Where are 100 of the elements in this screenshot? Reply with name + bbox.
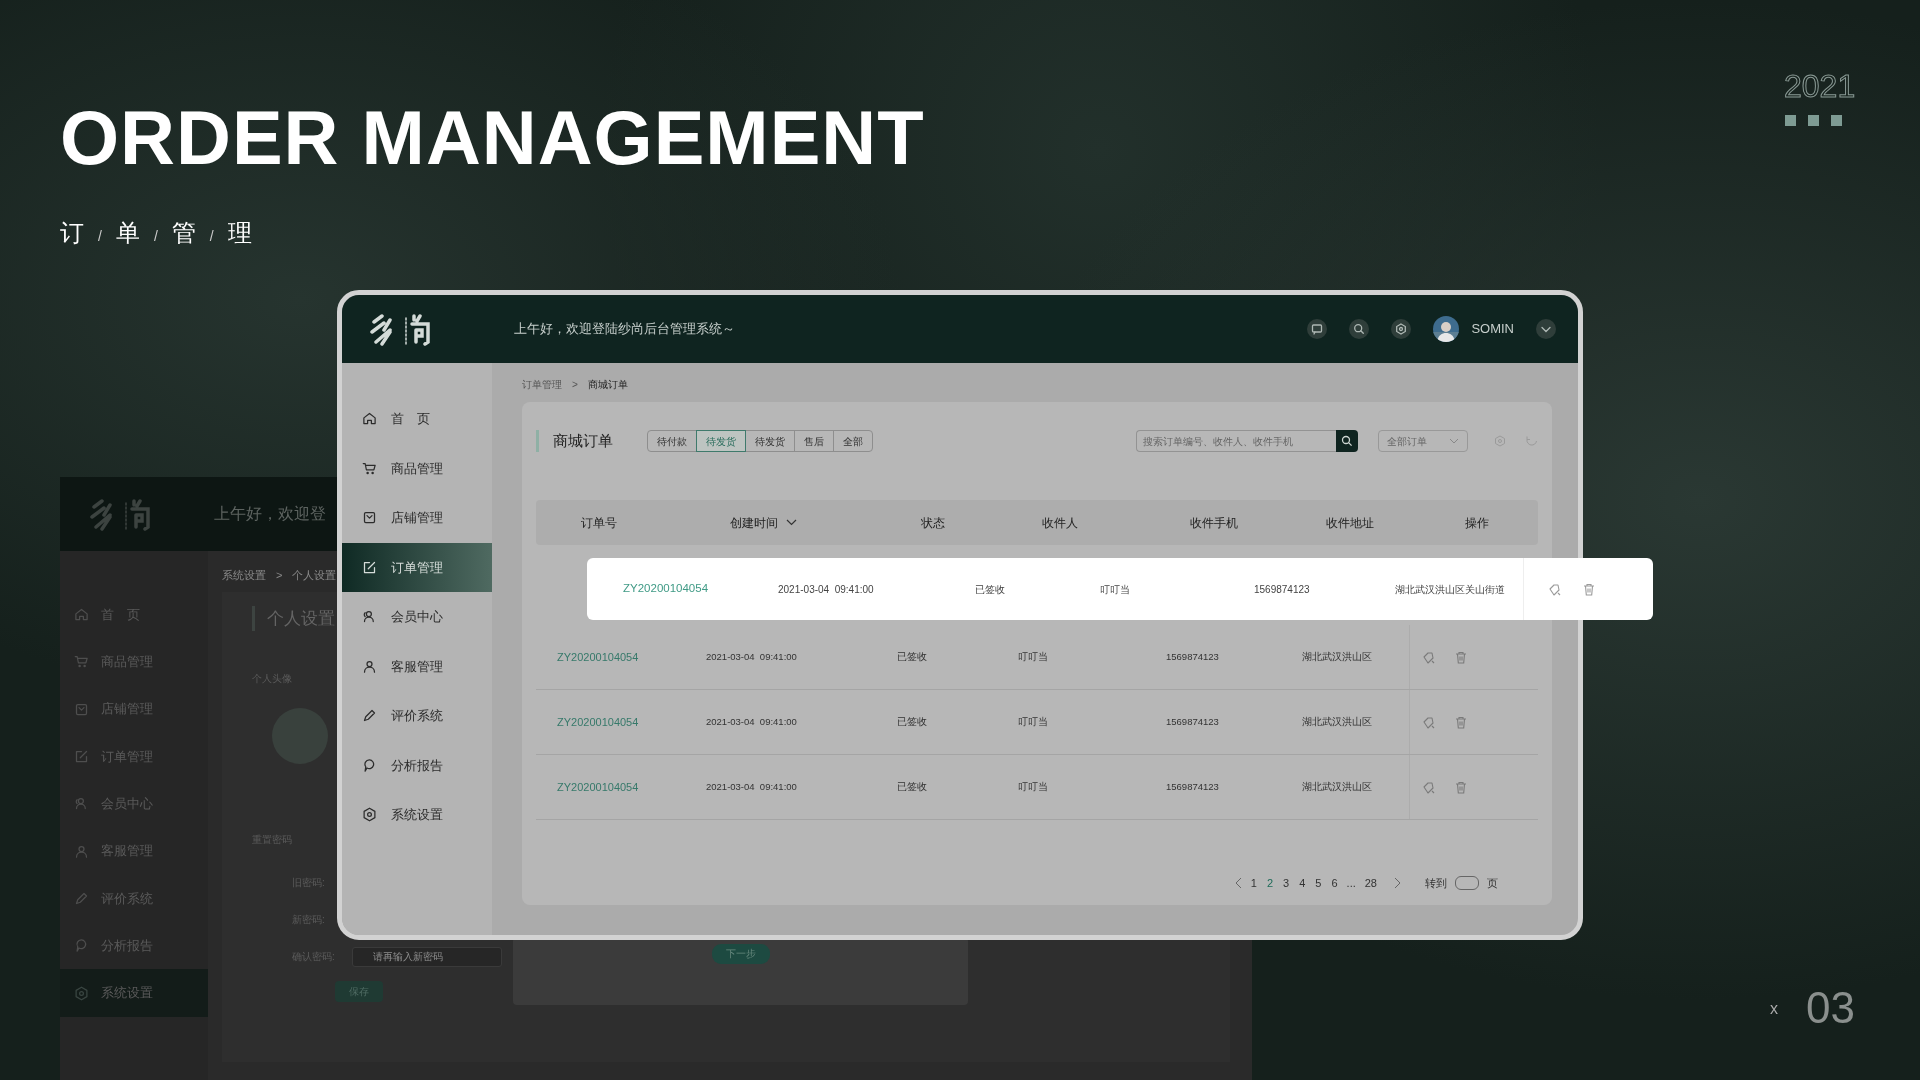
edit-icon <box>362 559 377 575</box>
greeting-text: 上午好，欢迎登陆纱尚后台管理系统～ <box>514 320 735 339</box>
pencil-icon <box>362 708 377 724</box>
column-header: 收件手机 <box>1190 514 1238 532</box>
trash-icon[interactable] <box>1455 650 1467 664</box>
table-cell: 1569874123 <box>1166 650 1219 662</box>
sidebar-item[interactable]: 系统设置 <box>342 790 492 840</box>
chevron-left-icon[interactable] <box>1234 876 1242 889</box>
table-cell: 湖北武汉洪山区 <box>1302 715 1372 727</box>
page-link[interactable]: 1 <box>1249 874 1258 891</box>
message-icon[interactable] <box>1307 319 1328 339</box>
table-cell: 已签收 <box>897 780 927 792</box>
users-icon <box>74 796 89 812</box>
subtitle-char: 理 <box>227 218 252 248</box>
chat-icon <box>362 757 377 773</box>
page-title: 商城订单 <box>536 429 613 453</box>
squares-icon <box>1785 115 1843 127</box>
table-cell: 湖北武汉洪山区 <box>1302 780 1372 792</box>
user-icon <box>74 843 89 859</box>
year-text: 2021 <box>1784 67 1856 106</box>
order-link[interactable]: ZY20200104054 <box>623 582 709 595</box>
tag-icon[interactable] <box>1422 780 1435 794</box>
table-cell: 2021-03-04 09:41:00 <box>706 780 797 792</box>
column-header: 创建时间 <box>730 514 778 532</box>
table-cell: 叮叮当 <box>1018 780 1048 792</box>
column-header: 操作 <box>1465 514 1489 532</box>
page-link[interactable]: 2 <box>1265 874 1275 891</box>
subtitle-char: 管 <box>171 218 196 248</box>
filter-tab[interactable]: 售后 <box>794 430 834 452</box>
user-icon <box>362 658 377 674</box>
input-field[interactable]: 请再输入新密码 <box>352 946 502 967</box>
filter-tab[interactable]: 全部 <box>833 430 873 452</box>
breadcrumb-item: 个人设置 <box>292 568 337 583</box>
table-cell: 已签收 <box>897 715 927 727</box>
bag-icon <box>74 701 89 717</box>
table-cell: 2021-03-04 09:41:00 <box>778 583 874 595</box>
sidebar-item[interactable]: 分析报告 <box>342 740 492 790</box>
page-input[interactable] <box>1455 875 1479 890</box>
search-button[interactable] <box>1336 430 1358 452</box>
goto-label: 转到 <box>1425 875 1447 891</box>
page-link[interactable]: 3 <box>1282 874 1291 891</box>
table-cell: 已签收 <box>975 583 1005 595</box>
breadcrumb-item: 系统设置 <box>222 568 266 583</box>
tag-icon[interactable] <box>1422 715 1435 729</box>
trash-icon[interactable] <box>1455 715 1467 729</box>
sidebar-item[interactable]: 评价系统 <box>342 691 492 741</box>
table-cell: 已签收 <box>897 650 927 662</box>
table-cell: 1569874123 <box>1166 780 1219 792</box>
table-cell: 叮叮当 <box>1018 650 1048 662</box>
chat-icon <box>74 938 89 954</box>
table-cell: 叮叮当 <box>1100 583 1130 595</box>
settings-icon[interactable] <box>1391 319 1412 339</box>
subtitle-char: 订 <box>60 218 84 248</box>
highlighted-row[interactable]: ZY20200104054 2021-03-04 09:41:00 已签收 叮叮当 1569874123 湖北武汉洪山区关山街道 <box>587 558 1653 620</box>
home-icon <box>362 411 377 427</box>
search-field[interactable]: 搜索订单编号、收件人、收件手机 <box>1136 430 1336 452</box>
chevron-down-icon[interactable] <box>1536 319 1556 339</box>
separator: / <box>98 227 102 246</box>
column-header: 订单号 <box>581 514 617 532</box>
page-number: 03 <box>1806 982 1855 1034</box>
separator: > <box>276 568 283 583</box>
column-header: 收件地址 <box>1326 514 1374 532</box>
table-cell: 1569874123 <box>1166 715 1219 727</box>
table-cell: 1569874123 <box>1254 583 1310 595</box>
home-icon <box>74 607 89 623</box>
sidebar-item[interactable]: 客服管理 <box>342 641 492 691</box>
page-link[interactable]: 5 <box>1314 874 1323 891</box>
sidebar-item[interactable]: 商品管理 <box>342 443 492 493</box>
bag-icon <box>362 510 377 526</box>
table-cell: 2021-03-04 09:41:00 <box>706 715 797 727</box>
cart-icon <box>74 654 89 670</box>
greeting-text: 上午好，欢迎登 <box>214 504 326 524</box>
trash-icon[interactable] <box>1455 780 1467 794</box>
subtitle-char: 单 <box>115 218 140 248</box>
page-prefix: x <box>1770 999 1778 1019</box>
sort-icon[interactable] <box>786 519 797 526</box>
tag-icon[interactable] <box>1548 582 1561 596</box>
column-header: 状态 <box>921 514 945 532</box>
caret-icon <box>1449 438 1459 444</box>
breadcrumb-item: 订单管理 <box>522 378 562 392</box>
page-link[interactable]: 28 <box>1363 874 1378 891</box>
page-link[interactable]: 4 <box>1298 874 1307 891</box>
page-link[interactable]: 6 <box>1330 874 1339 891</box>
tag-icon[interactable] <box>1422 650 1435 664</box>
table-cell: 湖北武汉洪山区 <box>1302 650 1372 662</box>
cart-icon <box>362 460 377 476</box>
filter-tab[interactable]: 待发货 <box>745 430 795 452</box>
breadcrumb-item: 商城订单 <box>587 378 628 392</box>
search-icon[interactable] <box>1349 319 1370 339</box>
table-cell: 叮叮当 <box>1018 715 1048 727</box>
column-header: 收件人 <box>1042 514 1078 532</box>
separator: / <box>209 227 214 246</box>
edit-icon <box>74 749 89 765</box>
sidebar-item[interactable]: 订单管理 <box>342 542 492 592</box>
filter-tab[interactable]: 待发货 <box>696 430 746 452</box>
sidebar-item[interactable]: 店铺管理 <box>342 493 492 543</box>
chevron-right-icon[interactable] <box>1394 876 1401 889</box>
table-cell: 2021-03-04 09:41:00 <box>706 650 797 662</box>
trash-icon[interactable] <box>1583 582 1595 596</box>
sidebar-item[interactable]: 首 页 <box>342 394 492 444</box>
